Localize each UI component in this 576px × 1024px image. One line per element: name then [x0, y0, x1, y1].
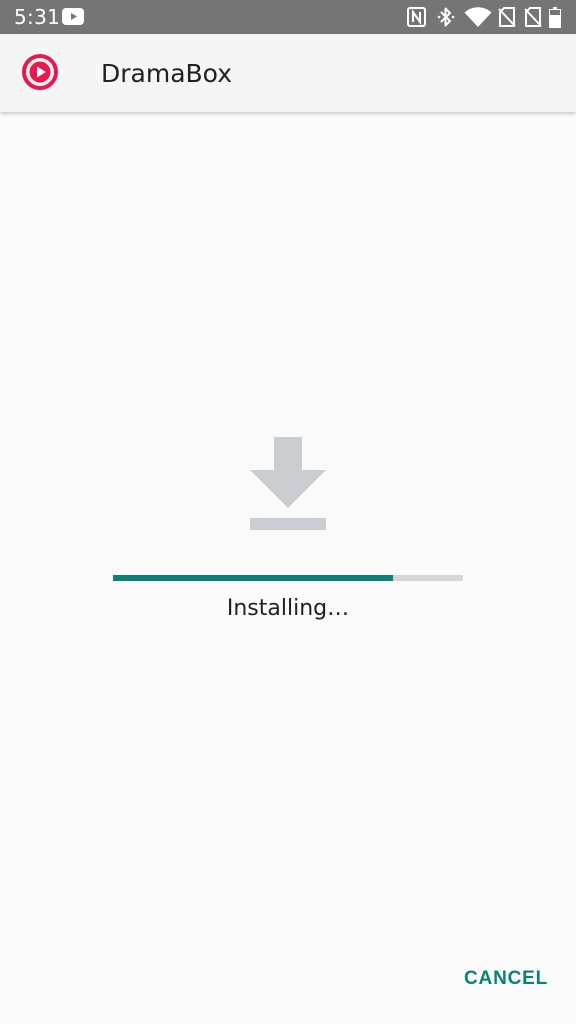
screen: 5:31 DramaBox Installing… CANCEL: [0, 0, 576, 1024]
app-title: DramaBox: [101, 59, 232, 88]
status-bar: 5:31: [0, 0, 576, 34]
install-progress-bar: [113, 575, 463, 581]
app-bar: DramaBox: [0, 34, 576, 112]
no-sim-icon: [524, 7, 542, 27]
status-time: 5:31: [14, 5, 61, 29]
cancel-button[interactable]: CANCEL: [464, 964, 548, 994]
bluetooth-icon: [437, 7, 455, 27]
no-sim-icon: [498, 7, 516, 27]
install-status-text: Installing…: [226, 596, 350, 621]
dramabox-logo-icon: [22, 54, 58, 90]
download-icon: [250, 437, 326, 530]
wifi-icon: [464, 7, 492, 27]
youtube-icon: [62, 8, 84, 25]
install-progress-fill: [113, 575, 393, 581]
battery-icon: [549, 7, 561, 28]
nfc-icon: [407, 7, 426, 27]
